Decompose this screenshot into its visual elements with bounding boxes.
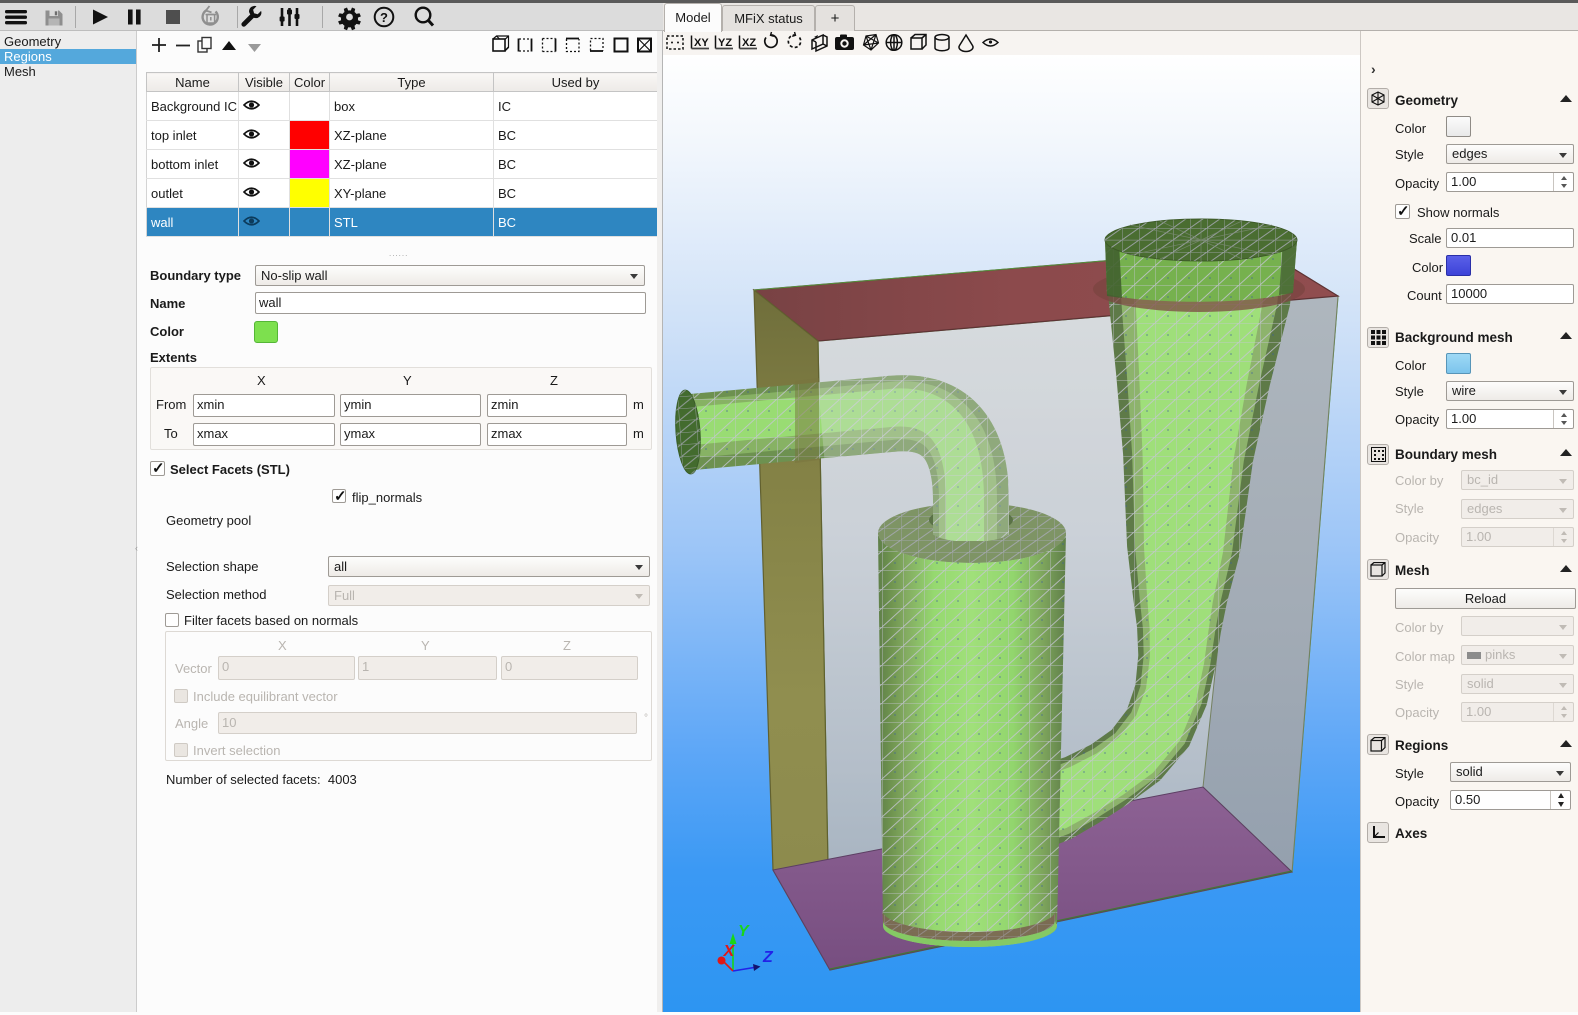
svg-text:YZ: YZ bbox=[718, 37, 732, 49]
svg-text:Y: Y bbox=[738, 923, 750, 940]
svg-text:Z: Z bbox=[762, 949, 774, 966]
svg-text:XY: XY bbox=[694, 37, 709, 49]
svg-text:?: ? bbox=[380, 10, 388, 25]
svg-text:XZ: XZ bbox=[742, 37, 756, 49]
svg-text:X: X bbox=[723, 943, 736, 960]
